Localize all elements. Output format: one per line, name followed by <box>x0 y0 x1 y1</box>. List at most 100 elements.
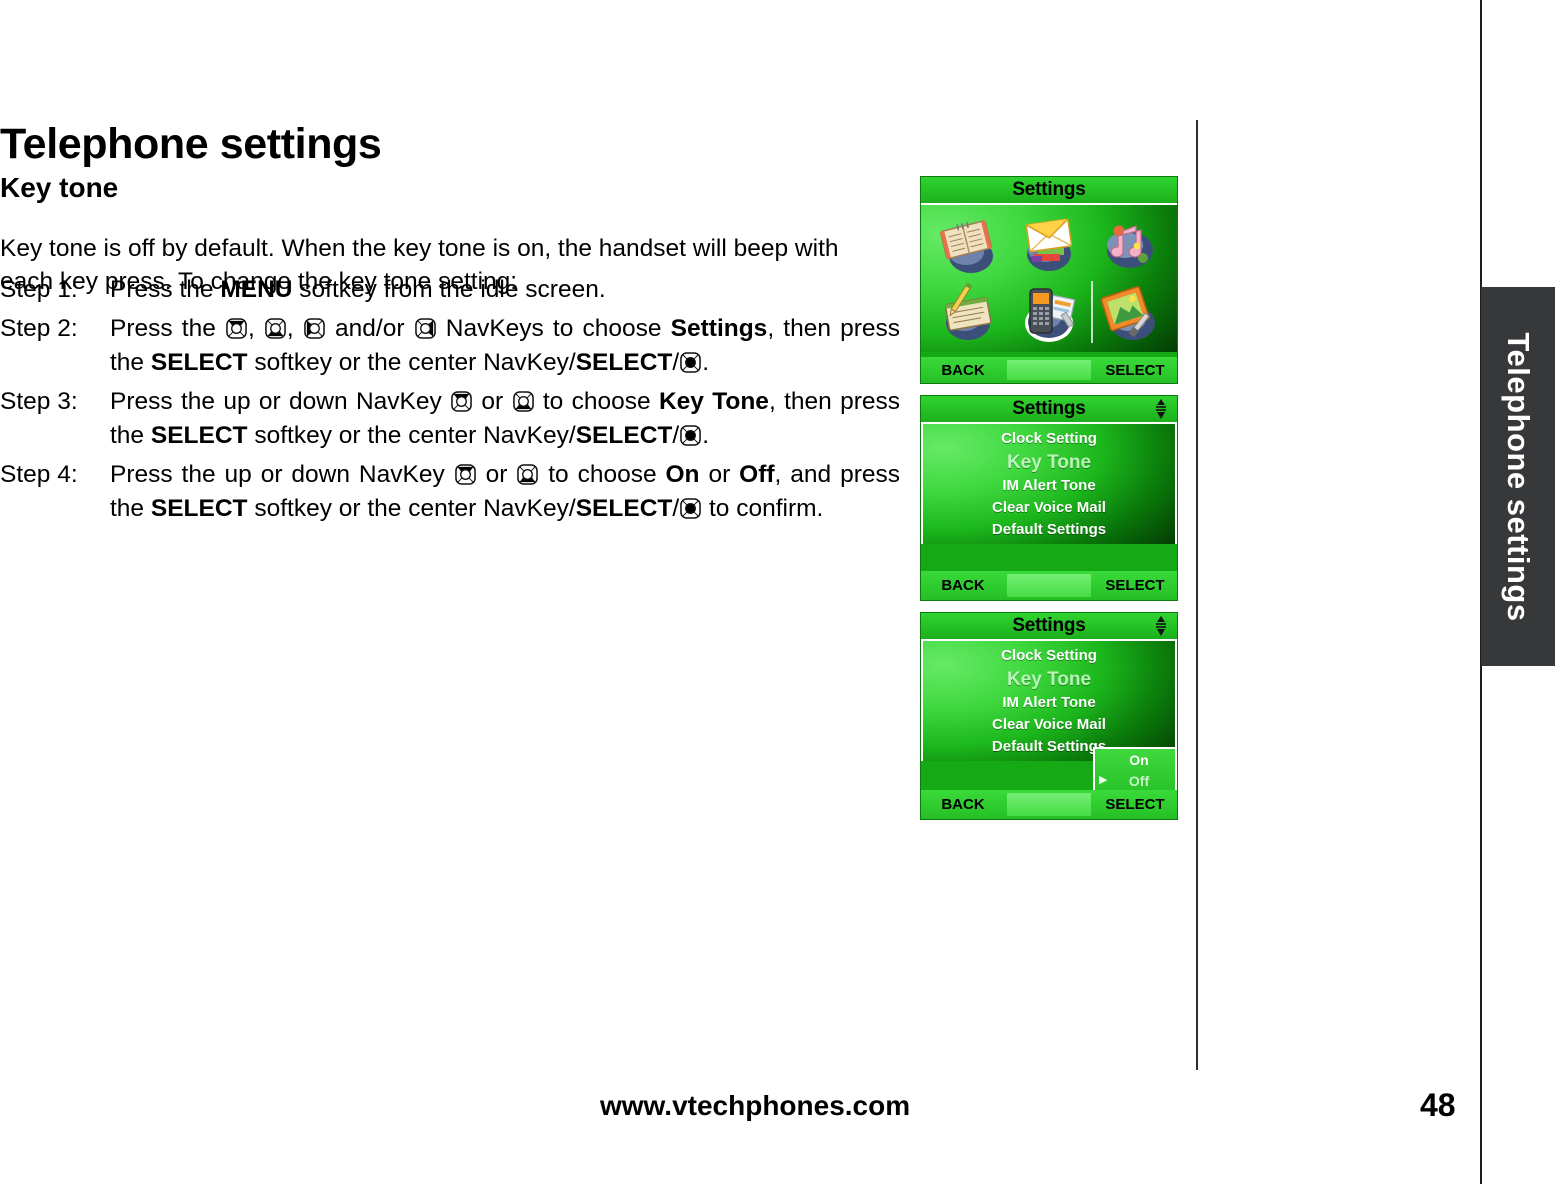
softkey-back[interactable]: BACK <box>921 790 1005 819</box>
softkey-back[interactable]: BACK <box>921 571 1005 600</box>
plain-text: softkey from the idle screen. <box>292 276 606 303</box>
softkey-bar: BACK SELECT <box>921 357 1177 383</box>
navkey-center-icon <box>680 425 701 446</box>
notepad-pencil-icon[interactable] <box>927 279 1008 349</box>
plain-text: , <box>286 315 303 342</box>
plain-text: to choose <box>534 388 659 415</box>
emphasis-text: SELECT <box>575 349 673 376</box>
plain-text: or <box>476 461 517 488</box>
plain-text: . <box>702 422 709 449</box>
phone-screen-settings-grid: Settings BACK SELECT <box>920 176 1178 384</box>
phonebook-icon[interactable] <box>927 209 1008 279</box>
step-text: Press the up or down NavKey or to choose… <box>110 458 900 526</box>
step-label: Step 1: <box>0 276 78 303</box>
popup-option-off[interactable]: Off <box>1111 773 1175 789</box>
screen-body <box>921 205 1177 352</box>
screen-title: Settings <box>1012 179 1086 200</box>
navkey-down-icon <box>517 464 539 485</box>
plain-text: Press the up or down NavKey <box>110 388 451 415</box>
step-text: Press the MENU softkey from the idle scr… <box>110 273 900 307</box>
phone-screen-key-tone-popup: Settings Clock Setting Key Tone IM Alert T… <box>920 612 1178 820</box>
softkey-select[interactable]: SELECT <box>1093 571 1177 600</box>
emphasis-text: SELECT <box>150 422 248 449</box>
menu-item[interactable]: Key Tone <box>923 667 1175 692</box>
step-label: Step 4: <box>0 461 78 488</box>
softkey-back[interactable]: BACK <box>921 357 1005 383</box>
popup-option-on[interactable]: On <box>1111 752 1175 768</box>
settings-menu-list: Clock Setting Key Tone IM Alert Tone Clear … <box>923 641 1175 758</box>
step-row: Step 2: Press the , , and/or NavKeys to c… <box>0 312 900 380</box>
plain-text: softkey or the center NavKey/ <box>247 349 576 376</box>
plain-text: . <box>702 349 709 376</box>
plain-text: NavKeys to choose <box>436 315 671 342</box>
softkey-select[interactable]: SELECT <box>1093 357 1177 383</box>
plain-text: softkey or the center NavKey/ <box>247 422 576 449</box>
screen-title-bar: Settings <box>921 177 1177 205</box>
screen-body: Clock Setting Key Tone IM Alert Tone Clear … <box>921 424 1177 544</box>
settings-menu-list: Clock Setting Key Tone IM Alert Tone Clear … <box>923 424 1175 541</box>
emphasis-text: MENU <box>220 276 293 303</box>
menu-item[interactable]: Default Settings <box>923 519 1175 541</box>
step-row: Step 1: Press the MENU softkey from the i… <box>0 273 900 307</box>
message-envelope-icon[interactable] <box>1008 209 1089 279</box>
menu-item[interactable]: Clear Voice Mail <box>923 497 1175 519</box>
column-divider-rule <box>1196 120 1198 1070</box>
navkey-right-icon <box>414 318 436 339</box>
softkey-center-blank[interactable] <box>1007 360 1091 380</box>
emphasis-text: Key Tone <box>658 388 769 415</box>
scroll-updown-icon <box>1156 616 1166 636</box>
plain-text: softkey or the center NavKey/ <box>247 495 576 522</box>
menu-item[interactable]: Key Tone <box>923 450 1175 475</box>
plain-text: / <box>672 422 680 449</box>
plain-text: / <box>672 349 680 376</box>
step-text: Press the up or down NavKey or to choose… <box>110 385 900 453</box>
screen-title: Settings <box>1012 398 1086 419</box>
plain-text: or <box>699 461 740 488</box>
navkey-up-icon <box>226 318 247 339</box>
plain-text: / <box>672 495 680 522</box>
picture-frame-icon[interactable] <box>1090 279 1171 349</box>
menu-item[interactable]: Clock Setting <box>923 428 1175 450</box>
emphasis-text: Settings <box>670 315 768 342</box>
page-number: 48 <box>1420 1087 1456 1123</box>
softkey-bar: BACK SELECT <box>921 571 1177 600</box>
emphasis-text: Off <box>739 461 775 488</box>
softkey-center-blank[interactable] <box>1007 793 1091 816</box>
softkey-select[interactable]: SELECT <box>1093 790 1177 819</box>
screen-title: Settings <box>1012 615 1086 636</box>
handset-settings-icon[interactable] <box>1008 279 1089 349</box>
menu-item[interactable]: Clear Voice Mail <box>923 714 1175 736</box>
plain-text: and/or <box>325 315 414 342</box>
menu-item[interactable]: IM Alert Tone <box>923 475 1175 497</box>
plain-text: to confirm. <box>702 495 824 522</box>
menu-item[interactable]: Clock Setting <box>923 645 1175 667</box>
footer-website-url[interactable]: www.vtechphones.com <box>600 1090 910 1122</box>
menu-item[interactable]: IM Alert Tone <box>923 692 1175 714</box>
menu-icon-grid <box>921 205 1177 352</box>
screen-title-bar: Settings <box>921 613 1177 641</box>
chapter-tab: Telephone settings <box>1481 287 1555 666</box>
navkey-down-icon <box>512 391 534 412</box>
step-text: Press the , , and/or NavKeys to choose S… <box>110 312 900 380</box>
popup-option-row[interactable]: ▶ Off <box>1095 770 1175 791</box>
navkey-down-icon <box>265 318 286 339</box>
navkey-left-icon <box>304 318 325 339</box>
navkey-up-icon <box>451 391 472 412</box>
step-label: Step 3: <box>0 388 78 415</box>
chapter-tab-label: Telephone settings <box>1501 331 1536 622</box>
softkey-bar: BACK SELECT <box>921 790 1177 819</box>
key-tone-option-popup: On ▶ Off <box>1093 747 1177 795</box>
section-heading: Key tone <box>0 172 119 203</box>
navkey-up-icon <box>454 464 476 485</box>
phone-screen-settings-menu: Settings Clock Setting Key Tone IM Alert T… <box>920 395 1178 601</box>
plain-text: or <box>473 388 512 415</box>
step-row: Step 4: Press the up or down NavKey or to… <box>0 458 900 526</box>
grid-divider <box>1091 281 1093 343</box>
softkey-center-blank[interactable] <box>1007 574 1091 597</box>
plain-text: Press the <box>110 315 225 342</box>
page-title: Telephone settings <box>0 120 382 168</box>
popup-option-row[interactable]: On <box>1095 749 1175 770</box>
step-label: Step 2: <box>0 315 78 342</box>
music-note-icon[interactable] <box>1090 209 1171 279</box>
plain-text: , <box>247 315 264 342</box>
